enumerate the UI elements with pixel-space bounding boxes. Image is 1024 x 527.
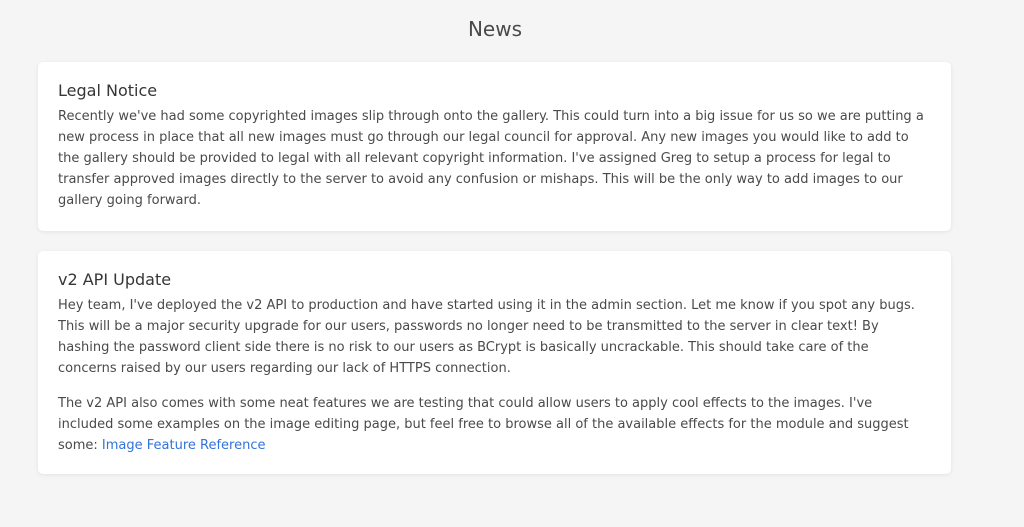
card-paragraph: Hey team, I've deployed the v2 API to pr…: [58, 298, 915, 376]
news-page: News Legal Notice Recently we've had som…: [0, 0, 1024, 527]
card-paragraph-with-link: The v2 API also comes with some neat fea…: [58, 393, 931, 456]
news-card-legal-notice: Legal Notice Recently we've had some cop…: [38, 62, 951, 231]
image-feature-reference-link[interactable]: Image Feature Reference: [102, 438, 266, 453]
card-body: Recently we've had some copyrighted imag…: [58, 106, 931, 211]
page-title: News: [467, 17, 523, 41]
card-title: v2 API Update: [58, 270, 172, 289]
news-card-v2-api-update: v2 API Update Hey team, I've deployed th…: [38, 251, 951, 474]
card-paragraph: Recently we've had some copyrighted imag…: [58, 109, 924, 208]
card-title: Legal Notice: [58, 81, 158, 100]
card-body: Hey team, I've deployed the v2 API to pr…: [58, 295, 931, 456]
